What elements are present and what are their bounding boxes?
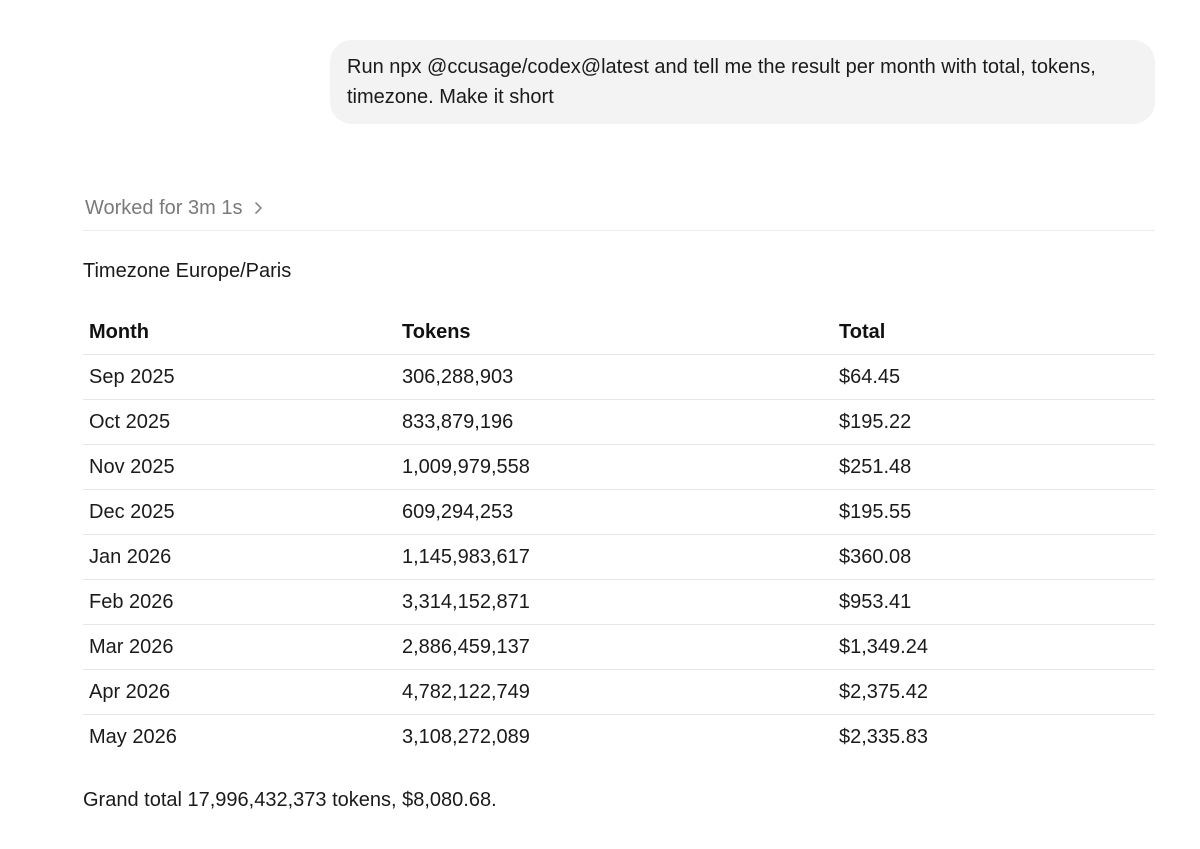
table-row: Feb 2026 3,314,152,871 $953.41 [83, 579, 1155, 625]
timezone-line: Timezone Europe/Paris [83, 260, 292, 282]
cell-tokens: 3,314,152,871 [396, 579, 833, 625]
table-header-row: Month Tokens Total [83, 310, 1155, 355]
table-row: Mar 2026 2,886,459,137 $1,349.24 [83, 624, 1155, 670]
usage-table: Month Tokens Total Sep 2025 306,288,903 … [83, 310, 1155, 759]
cell-month: Feb 2026 [83, 579, 396, 625]
cell-month: Apr 2026 [83, 669, 396, 715]
cell-tokens: 833,879,196 [396, 399, 833, 445]
cell-tokens: 1,145,983,617 [396, 534, 833, 580]
cell-month: Mar 2026 [83, 624, 396, 670]
user-message-bubble: Run npx @ccusage/codex@latest and tell m… [330, 40, 1155, 124]
cell-tokens: 1,009,979,558 [396, 444, 833, 490]
header-month: Month [83, 310, 396, 355]
cell-month: Jan 2026 [83, 534, 396, 580]
cell-month: Dec 2025 [83, 489, 396, 535]
table-row: Nov 2025 1,009,979,558 $251.48 [83, 444, 1155, 490]
cell-month: May 2026 [89, 725, 177, 748]
table-row: Sep 2025 306,288,903 $64.45 [83, 354, 1155, 400]
section-divider [83, 230, 1155, 231]
cell-tokens: 609,294,253 [396, 489, 833, 535]
cell-total: $195.22 [833, 399, 1155, 445]
cell-total: $195.55 [833, 489, 1155, 535]
cell-month: Sep 2025 [83, 354, 396, 400]
header-tokens: Tokens [396, 310, 833, 355]
cell-total: $2,335.83 [839, 725, 928, 748]
table-row: May 2026 3,108,272,089 $2,335.83 [83, 715, 1155, 760]
table-row: Apr 2026 4,782,122,749 $2,375.42 [83, 669, 1155, 715]
cell-total: $251.48 [833, 444, 1155, 490]
cell-total: $360.08 [833, 534, 1155, 580]
grand-total-line: Grand total 17,996,432,373 tokens, $8,08… [83, 789, 497, 811]
cell-total: $2,375.42 [833, 669, 1155, 715]
cell-tokens: 306,288,903 [396, 354, 833, 400]
cell-month: Oct 2025 [83, 399, 396, 445]
cell-total: $1,349.24 [833, 624, 1155, 670]
cell-month: Nov 2025 [83, 444, 396, 490]
header-total: Total [833, 310, 1155, 355]
cell-tokens: 4,782,122,749 [396, 669, 833, 715]
cell-tokens: 2,886,459,137 [396, 624, 833, 670]
cell-total: $64.45 [833, 354, 1155, 400]
chevron-right-icon [255, 202, 263, 214]
table-row: Jan 2026 1,145,983,617 $360.08 [83, 534, 1155, 580]
user-message-text: Run npx @ccusage/codex@latest and tell m… [347, 56, 1096, 108]
table-row: Oct 2025 833,879,196 $195.22 [83, 399, 1155, 445]
cell-tokens: 3,108,272,089 [402, 725, 530, 748]
worked-duration-label: Worked for 3m 1s [85, 196, 243, 219]
cell-total: $953.41 [833, 579, 1155, 625]
table-row: Dec 2025 609,294,253 $195.55 [83, 489, 1155, 535]
worked-duration-toggle[interactable]: Worked for 3m 1s [85, 194, 266, 222]
